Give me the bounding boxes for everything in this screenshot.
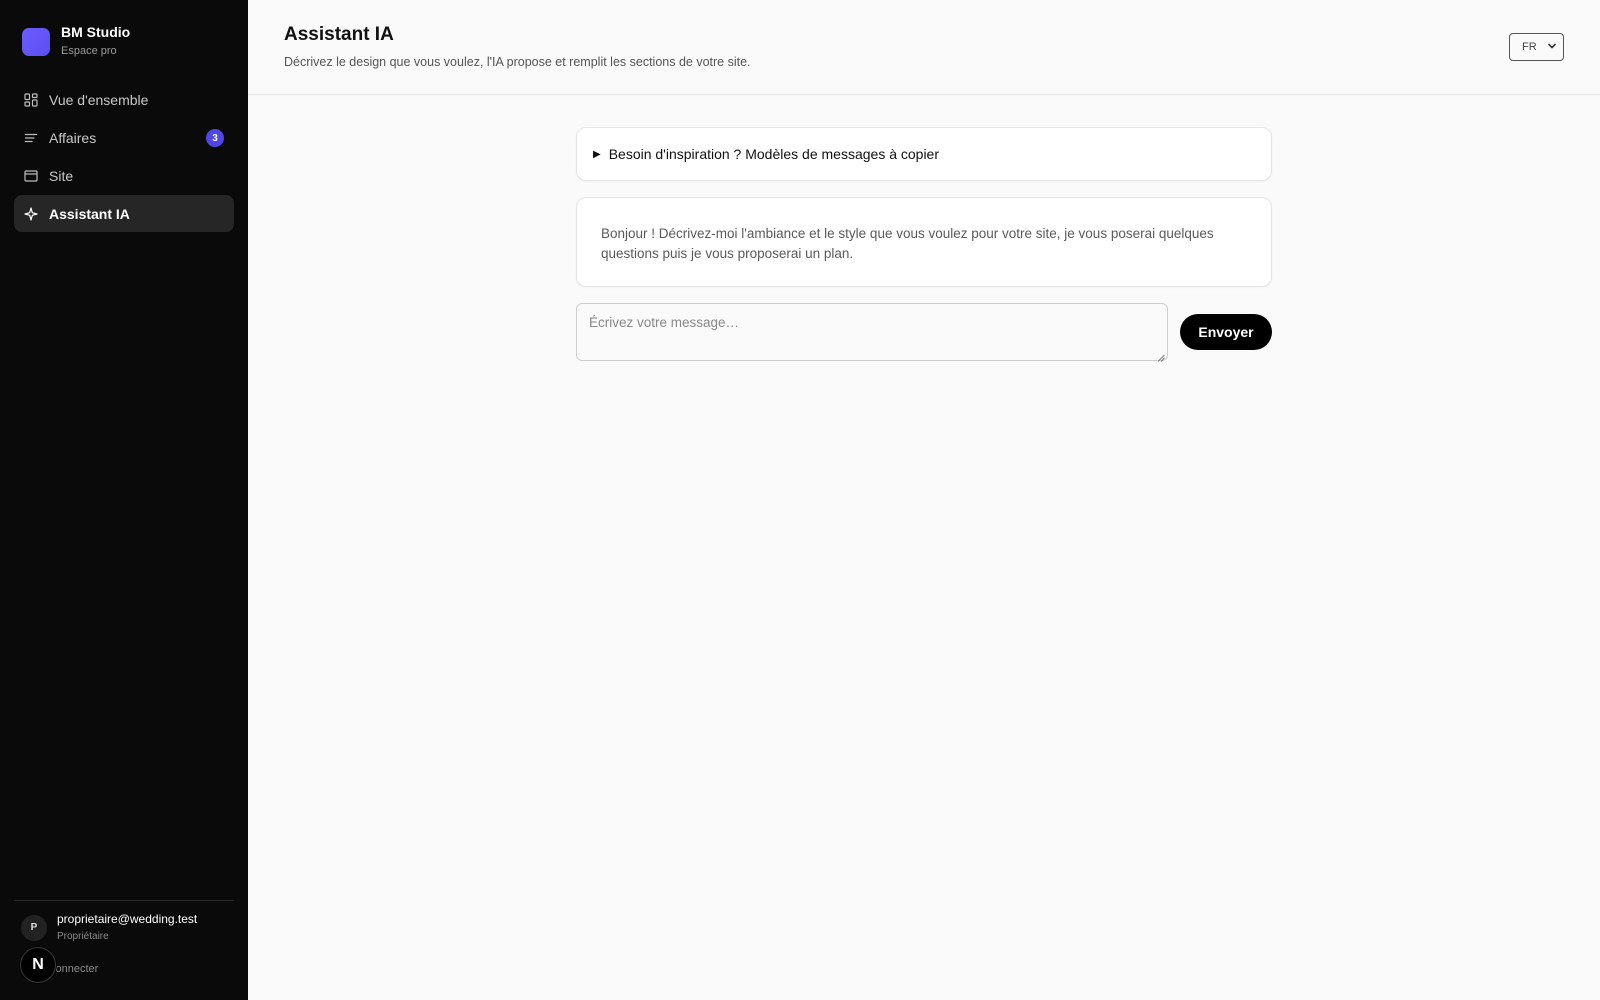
user-email: proprietaire@wedding.test <box>57 912 198 926</box>
sidebar-item-label: Site <box>49 167 74 184</box>
brand-name: BM Studio <box>61 24 131 40</box>
user-profile[interactable]: P proprietaire@wedding.test Propriétaire <box>14 912 234 943</box>
list-icon <box>24 131 38 145</box>
send-button[interactable]: Envoyer <box>1180 314 1272 350</box>
sidebar-item-assistant[interactable]: Assistant IA <box>14 195 234 232</box>
resize-handle-icon[interactable] <box>1157 350 1165 362</box>
disclosure-triangle-icon: ▶ <box>593 148 601 160</box>
page-title: Assistant IA <box>284 24 394 45</box>
brand-text: BM Studio Espace pro <box>61 24 130 59</box>
browser-window-icon <box>24 169 38 183</box>
user-info: proprietaire@wedding.test Propriétaire <box>57 912 197 943</box>
sidebar: BM Studio Espace pro Vue d'ensemble Affa… <box>0 0 248 1000</box>
brand[interactable]: BM Studio Espace pro <box>22 24 130 59</box>
message-composer: Écrivez votre message… Envoyer <box>576 303 1272 362</box>
count-badge: 3 <box>206 129 224 147</box>
sidebar-item-label: Assistant IA <box>49 205 130 222</box>
user-role: Propriétaire <box>57 931 109 942</box>
page-subtitle: Décrivez le design que vous voulez, l'IA… <box>284 55 751 69</box>
page-header: Assistant IA Décrivez le design que vous… <box>248 0 1600 95</box>
app: BM Studio Espace pro Vue d'ensemble Affa… <box>0 0 1600 1000</box>
sidebar-item-affaires[interactable]: Affaires 3 <box>14 119 234 156</box>
logout-link[interactable]: connecter <box>50 963 98 975</box>
inspiration-toggle[interactable]: ▶ Besoin d'inspiration ? Modèles de mess… <box>576 127 1272 181</box>
message-input[interactable]: Écrivez votre message… <box>576 303 1168 362</box>
inspiration-label: Besoin d'inspiration ? Modèles de messag… <box>608 146 940 162</box>
avatar: P <box>21 914 47 941</box>
nextjs-dev-badge[interactable]: N <box>20 947 56 983</box>
sidebar-item-site[interactable]: Site <box>14 157 234 194</box>
sidebar-item-label: Vue d'ensemble <box>49 91 149 108</box>
brand-subtitle: Espace pro <box>61 45 117 57</box>
sidebar-footer: P proprietaire@wedding.test Propriétaire… <box>14 900 234 983</box>
chevron-down-icon <box>1547 41 1557 54</box>
language-value: FR <box>1522 41 1537 53</box>
grid-icon <box>24 92 38 107</box>
main-content: Assistant IA Décrivez le design que vous… <box>248 0 1600 1000</box>
assistant-message: Bonjour ! Décrivez-moi l'ambiance et le … <box>576 197 1272 287</box>
sidebar-item-overview[interactable]: Vue d'ensemble <box>14 81 234 118</box>
language-select[interactable]: FR <box>1509 33 1564 61</box>
brand-logo <box>22 27 50 56</box>
chat-panel: ▶ Besoin d'inspiration ? Modèles de mess… <box>576 127 1272 362</box>
sidebar-item-label: Affaires <box>49 129 97 146</box>
assistant-message-text: Bonjour ! Décrivez-moi l'ambiance et le … <box>601 226 1214 261</box>
sidebar-nav: Vue d'ensemble Affaires 3 Site Assistant… <box>14 81 234 232</box>
message-input-placeholder: Écrivez votre message… <box>589 315 740 330</box>
sparkle-icon <box>24 206 38 221</box>
